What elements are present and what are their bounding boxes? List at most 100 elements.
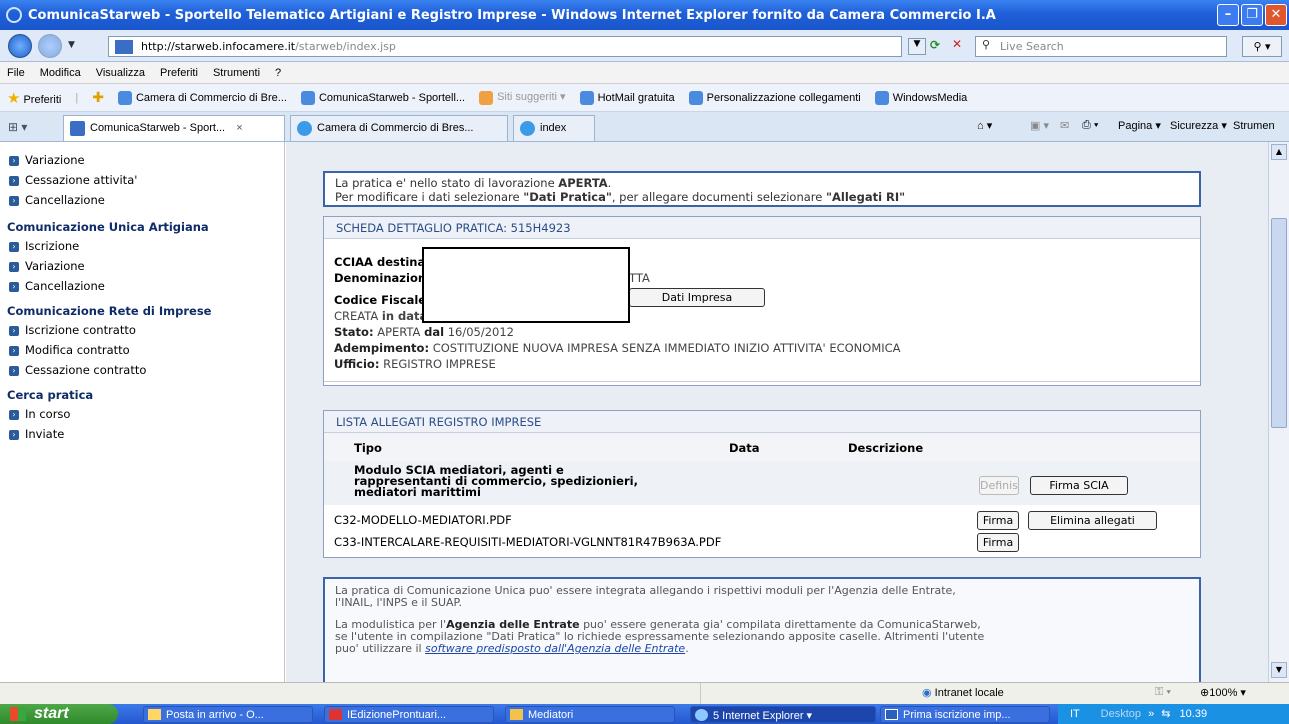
minimize-button[interactable]: – xyxy=(1217,4,1239,26)
task-prima-iscrizione[interactable]: Prima iscrizione imp... xyxy=(880,706,1050,723)
task-edizione[interactable]: IEdizioneProntuari... xyxy=(324,706,494,723)
page-icon xyxy=(300,90,315,105)
col-descrizione: Descrizione xyxy=(848,441,924,455)
sidebar-item-cancellazione[interactable]: Cancellazione xyxy=(25,193,105,207)
fav-camera-commercio[interactable]: Camera di Commercio di Bre... xyxy=(117,90,287,105)
menu-bar: File Modifica Visualizza Preferiti Strum… xyxy=(0,62,1289,84)
url-field[interactable]: http://starweb.infocamere.it/starweb/ind… xyxy=(108,36,902,57)
sidebar-item-cessazione[interactable]: Cessazione attivita' xyxy=(25,173,137,187)
cmd-pagina[interactable]: Pagina ▾ xyxy=(1118,119,1161,132)
menu-modifica[interactable]: Modifica xyxy=(40,67,81,79)
search-input[interactable]: ⚲ Live Search xyxy=(975,36,1227,57)
start-button[interactable]: start xyxy=(0,704,118,724)
sidebar-item-cancellazione-artigiana[interactable]: Cancellazione xyxy=(25,279,105,293)
home-icon[interactable]: ⌂ ▾ xyxy=(977,119,992,132)
ie-logo-icon xyxy=(6,7,22,23)
sidebar-item-cessazione-contratto[interactable]: Cessazione contratto xyxy=(25,363,146,377)
sidebar-item-iscrizione-contratto[interactable]: Iscrizione contratto xyxy=(25,323,136,337)
desktop-toolbar[interactable]: Desktop xyxy=(1101,708,1141,720)
fav-personalizzazione[interactable]: Personalizzazione collegamenti xyxy=(688,90,861,105)
task-internet-explorer[interactable]: 5 Internet Explorer ▾ xyxy=(690,706,876,723)
definisci-button[interactable]: Definisci xyxy=(979,476,1019,495)
menu-visualizza[interactable]: Visualizza xyxy=(96,67,145,79)
tab-index[interactable]: index xyxy=(513,115,595,141)
vertical-scrollbar[interactable]: ▲ ▼ xyxy=(1268,142,1289,682)
sidebar-item-modifica-contratto[interactable]: Modifica contratto xyxy=(25,343,130,357)
firma-button-2[interactable]: Firma xyxy=(977,533,1019,552)
task-posta[interactable]: Posta in arrivo - O... xyxy=(143,706,313,723)
word-icon xyxy=(885,709,898,720)
windows-logo-icon xyxy=(10,707,26,721)
bullet-icon: › xyxy=(9,156,19,166)
zoom-level[interactable]: ⊕100% ▾ xyxy=(1200,686,1246,699)
firma-button-1[interactable]: Firma xyxy=(977,511,1019,530)
allegato-name-1[interactable]: C32-MODELLO-MEDIATORI.PDF xyxy=(334,513,512,527)
back-button[interactable] xyxy=(8,34,32,58)
menu-preferiti[interactable]: Preferiti xyxy=(160,67,198,79)
mail-icon xyxy=(148,709,161,720)
print-icon[interactable]: ⎙ ▾ xyxy=(1082,119,1098,132)
clock[interactable]: 10.39 xyxy=(1180,708,1208,720)
folder-icon xyxy=(510,709,523,720)
history-dropdown-icon[interactable]: ▼ xyxy=(68,40,75,50)
window-title-bar[interactable]: ComunicaStarweb - Sportello Telematico A… xyxy=(0,0,1289,30)
menu-help[interactable]: ? xyxy=(275,67,281,79)
notice-line-2: Per modificare i dati selezionare "Dati … xyxy=(335,190,906,204)
sidebar-item-in-corso[interactable]: In corso xyxy=(25,407,70,421)
scroll-up-icon[interactable]: ▲ xyxy=(1271,144,1287,160)
maximize-button[interactable]: ❐ xyxy=(1241,4,1263,26)
favorites-button[interactable]: ★ Preferiti xyxy=(7,89,61,107)
fav-hotmail[interactable]: HotMail gratuita xyxy=(579,90,675,105)
agenzia-software-link[interactable]: software predisposto dall'Agenzia delle … xyxy=(425,642,685,655)
url-dropdown-icon[interactable]: ▼ xyxy=(908,38,926,55)
tray-expand-icon[interactable]: » xyxy=(1148,708,1154,720)
add-favorite-icon[interactable]: ✚ xyxy=(92,89,104,106)
sidebar-item-variazione[interactable]: Variazione xyxy=(25,153,85,167)
system-tray: IT Desktop » ⇆ 10.39 xyxy=(1058,704,1289,724)
menu-file[interactable]: File xyxy=(7,67,25,79)
allegati-title: LISTA ALLEGATI REGISTRO IMPRESE xyxy=(324,411,1200,433)
refresh-icon[interactable]: ⟳ xyxy=(930,38,940,52)
redaction-box xyxy=(422,247,630,323)
fav-siti-suggeriti[interactable]: Siti suggeriti ▾ xyxy=(479,90,566,105)
forward-button[interactable] xyxy=(38,34,62,58)
scroll-down-icon[interactable]: ▼ xyxy=(1271,662,1287,678)
sidebar-item-inviate[interactable]: Inviate xyxy=(25,427,64,441)
fav-comunicastarweb[interactable]: ComunicaStarweb - Sportell... xyxy=(300,90,465,105)
feeds-icon[interactable]: ▣ ▾ xyxy=(1030,119,1049,132)
bullet-icon: › xyxy=(9,262,19,272)
dati-impresa-button[interactable]: Dati Impresa xyxy=(629,288,765,307)
allegato-name-2[interactable]: C33-INTERCALARE-REQUISITI-MEDIATORI-VGLN… xyxy=(334,535,721,549)
mail-icon[interactable]: ✉ xyxy=(1060,119,1069,132)
cmd-sicurezza[interactable]: Sicurezza ▾ xyxy=(1170,119,1227,132)
network-icon[interactable]: ⇆ xyxy=(1161,708,1170,720)
stop-icon[interactable]: ✕ xyxy=(952,37,962,51)
menu-strumenti[interactable]: Strumenti xyxy=(213,67,260,79)
search-go-button[interactable]: ⚲ ▾ xyxy=(1242,36,1282,57)
cmd-strumenti[interactable]: Strumenti ▾ xyxy=(1233,119,1275,132)
modulo-row: Modulo SCIA mediatori, agenti e rapprese… xyxy=(324,461,1200,505)
protected-mode-icon[interactable]: ⚿ ▾ xyxy=(1155,686,1171,699)
sidebar-item-variazione-artigiana[interactable]: Variazione xyxy=(25,259,85,273)
bullet-icon: › xyxy=(9,326,19,336)
divider xyxy=(324,381,1200,382)
scroll-thumb[interactable] xyxy=(1271,218,1287,428)
main-content: La pratica e' nello stato di lavorazione… xyxy=(286,142,1268,682)
sidebar-heading-cerca: Cerca pratica xyxy=(7,388,94,402)
firma-scia-button[interactable]: Firma SCIA xyxy=(1030,476,1128,495)
intranet-zone[interactable]: ◉ Intranet locale xyxy=(922,686,1004,699)
sidebar-item-iscrizione[interactable]: Iscrizione xyxy=(25,239,79,253)
tab-camera-commercio[interactable]: Camera di Commercio di Bres... xyxy=(290,115,508,141)
star-icon: ★ xyxy=(7,89,21,107)
task-mediatori[interactable]: Mediatori xyxy=(505,706,675,723)
page-icon xyxy=(579,90,594,105)
tab-close-icon[interactable]: × xyxy=(236,122,242,134)
close-button[interactable]: ✕ xyxy=(1265,4,1287,26)
quick-tabs-icon[interactable]: ⊞ ▾ xyxy=(8,120,27,134)
tab-comunicastarweb[interactable]: ComunicaStarweb - Sport... × xyxy=(63,115,285,141)
language-indicator[interactable]: IT xyxy=(1070,708,1080,720)
elimina-allegati-button[interactable]: Elimina allegati xyxy=(1028,511,1157,530)
fav-windowsmedia[interactable]: WindowsMedia xyxy=(874,90,967,105)
taskbar: start Posta in arrivo - O... IEdizionePr… xyxy=(0,704,1289,724)
info-panel: La pratica di Comunicazione Unica puo' e… xyxy=(323,577,1201,682)
